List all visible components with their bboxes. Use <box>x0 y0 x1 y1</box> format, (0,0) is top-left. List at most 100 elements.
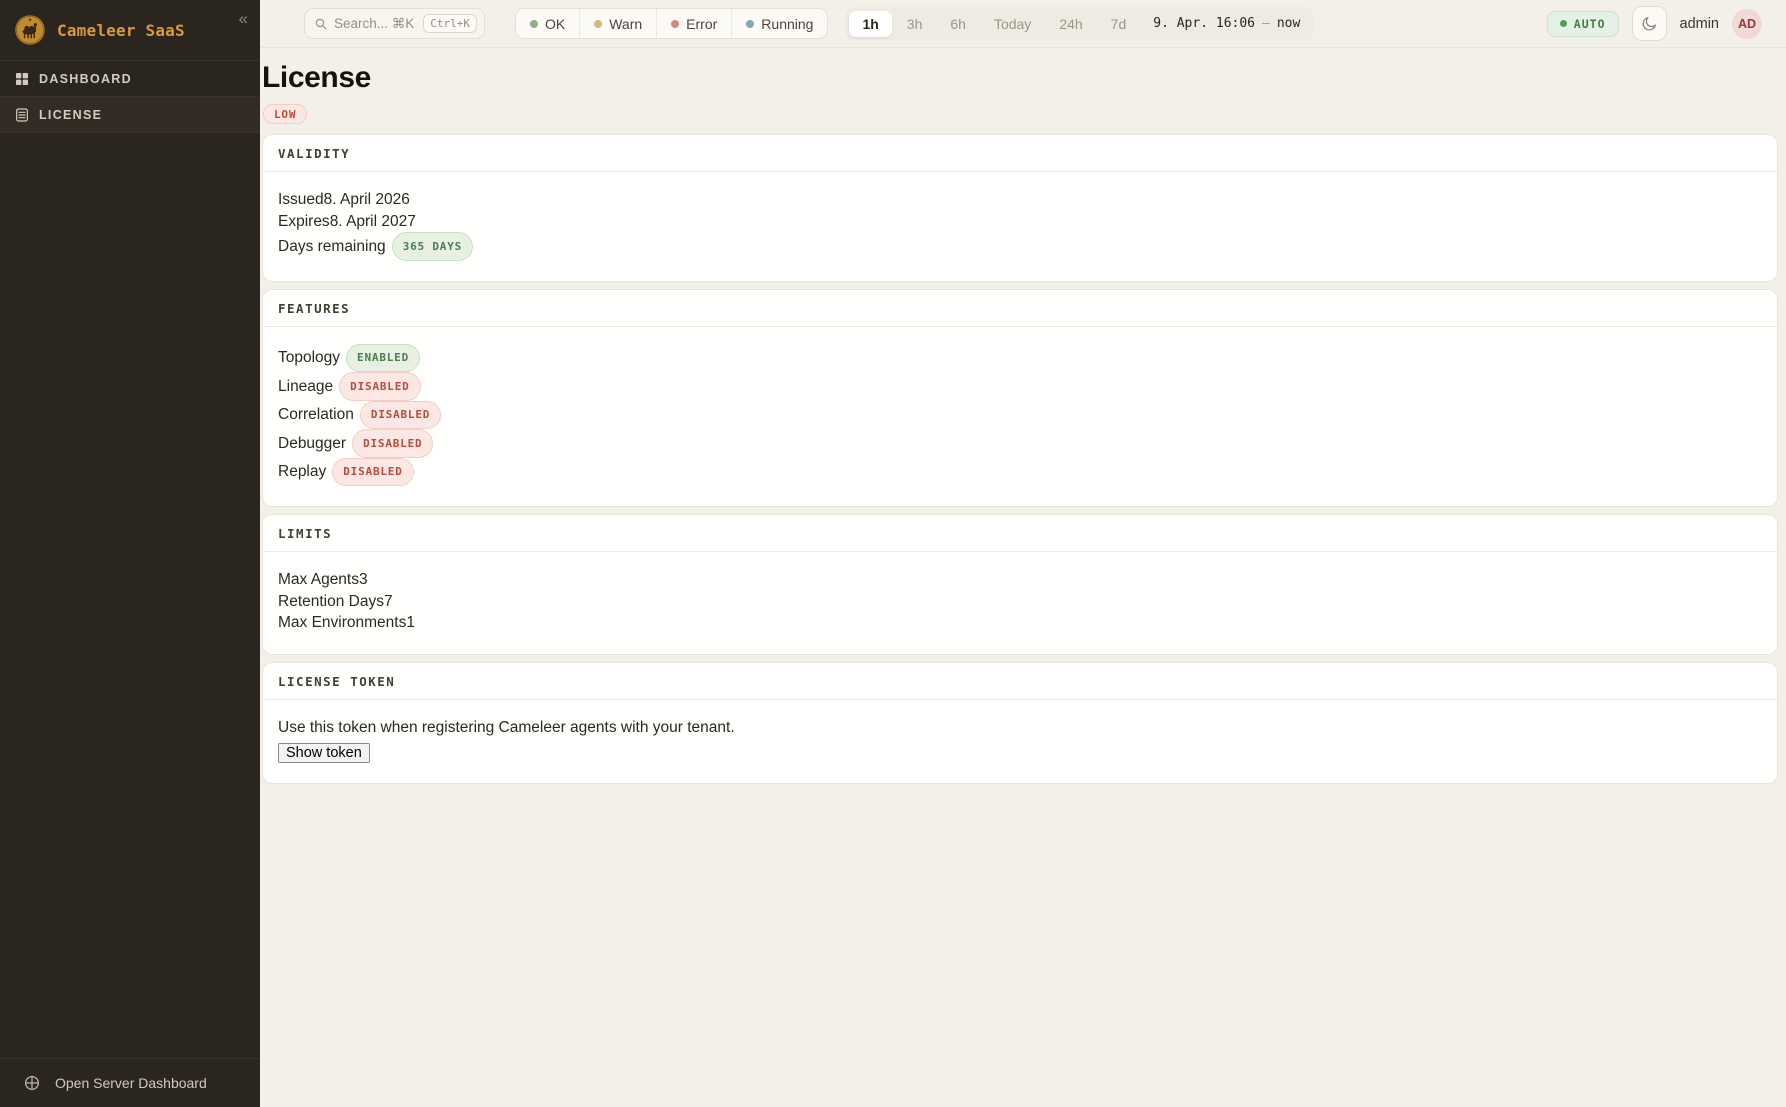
moon-icon <box>1641 15 1658 32</box>
license-level-badge: LOW <box>263 104 307 124</box>
page-title: License <box>262 61 1778 95</box>
row-label: Topology <box>278 347 340 369</box>
sidebar-spacer <box>0 133 260 1058</box>
auto-refresh-toggle[interactable]: AUTO <box>1547 11 1619 37</box>
section-title: FEATURES <box>263 290 1777 327</box>
days-remaining-badge: 365 DAYS <box>392 232 473 261</box>
search-input[interactable] <box>334 16 417 31</box>
limit-row-max-agents: Max Agents3 <box>278 569 1762 591</box>
license-token-card: LICENSE TOKEN Use this token when regist… <box>262 662 1778 784</box>
feature-row-topology: TopologyENABLED <box>278 344 1762 373</box>
error-status-dot <box>671 20 679 28</box>
time-range-1h[interactable]: 1h <box>849 11 891 37</box>
status-filter-label: OK <box>545 16 565 32</box>
dark-mode-button[interactable] <box>1632 6 1667 41</box>
section-title: LIMITS <box>263 515 1777 552</box>
status-filter-error[interactable]: Error <box>656 9 731 38</box>
features-card: FEATURES TopologyENABLED Lineage DISABLED… <box>262 289 1778 508</box>
show-token-button[interactable]: Show token <box>278 743 370 763</box>
status-filter-group: OK Warn Error Running <box>515 8 828 39</box>
avatar[interactable]: AD <box>1732 9 1762 39</box>
sidebar: Cameleer SaaS « DASHBOARD LICENSE <box>0 0 260 1107</box>
row-label: Replay <box>278 461 326 483</box>
row-value: 3 <box>359 569 368 591</box>
feature-row-lineage: Lineage DISABLED <box>278 372 1762 401</box>
row-label: Max Agents <box>278 569 359 591</box>
token-description: Use this token when registering Cameleer… <box>278 717 1762 738</box>
validity-card: VALIDITY Issued8. April 2026 Expires8. A… <box>262 134 1778 282</box>
search-input-wrapper[interactable]: Ctrl+K <box>304 8 485 39</box>
section-title: VALIDITY <box>263 135 1777 172</box>
grid-icon <box>14 71 30 87</box>
status-filter-running[interactable]: Running <box>731 9 827 38</box>
sidebar-item-dashboard[interactable]: DASHBOARD <box>0 61 260 97</box>
time-range-group: 1h 3h 6h Today 24h 7d 9. Apr. 16:06–now <box>845 7 1314 41</box>
search-icon <box>314 17 328 31</box>
row-label: Max Environments <box>278 612 406 634</box>
feature-row-correlation: Correlation DISABLED <box>278 401 1762 430</box>
sidebar-item-label: DASHBOARD <box>39 72 132 86</box>
row-value: 1 <box>406 612 415 634</box>
status-filter-warn[interactable]: Warn <box>579 9 656 38</box>
validity-row-days-remaining: Days remaining 365 DAYS <box>278 232 1762 261</box>
row-label: Days remaining <box>278 236 386 258</box>
sidebar-footer-label: Open Server Dashboard <box>55 1075 207 1091</box>
validity-row-issued: Issued8. April 2026 <box>278 189 1762 211</box>
time-range-6h[interactable]: 6h <box>937 11 979 37</box>
time-range-7d[interactable]: 7d <box>1098 11 1140 37</box>
feature-status-badge: DISABLED <box>332 458 413 487</box>
limit-row-max-environments: Max Environments1 <box>278 612 1762 634</box>
auto-status-dot <box>1560 20 1567 27</box>
time-display[interactable]: 9. Apr. 16:06–now <box>1153 16 1300 31</box>
row-label: Retention Days <box>278 591 384 613</box>
license-page: License LOW VALIDITY Issued8. April 2026… <box>260 48 1786 784</box>
feature-status-badge: DISABLED <box>339 372 420 401</box>
limits-card: LIMITS Max Agents3 Retention Days7 Max E… <box>262 514 1778 655</box>
auto-label: AUTO <box>1574 17 1606 31</box>
cards-stack: VALIDITY Issued8. April 2026 Expires8. A… <box>262 134 1778 784</box>
status-filter-ok[interactable]: OK <box>516 9 579 38</box>
limits-card-body: Max Agents3 Retention Days7 Max Environm… <box>263 552 1777 654</box>
row-value: 7 <box>384 591 393 613</box>
section-title: LICENSE TOKEN <box>263 663 1777 700</box>
main-area: Ctrl+K OK Warn Error Running <box>260 0 1786 1107</box>
search-shortcut-kbd: Ctrl+K <box>423 14 477 33</box>
brand-title: Cameleer SaaS <box>57 21 185 40</box>
validity-row-expires: Expires8. April 2027 <box>278 211 1762 233</box>
row-value: 8. April 2026 <box>324 189 410 211</box>
limit-row-retention-days: Retention Days7 <box>278 591 1762 613</box>
ok-status-dot <box>530 20 538 28</box>
time-range-3h[interactable]: 3h <box>894 11 936 37</box>
row-label: Lineage <box>278 376 333 398</box>
row-label: Expires <box>278 211 330 233</box>
topbar: Ctrl+K OK Warn Error Running <box>260 0 1786 48</box>
row-label: Issued <box>278 189 324 211</box>
username-label: admin <box>1680 16 1720 32</box>
row-label: Debugger <box>278 433 346 455</box>
time-range-24h[interactable]: 24h <box>1046 11 1095 37</box>
feature-row-replay: Replay DISABLED <box>278 458 1762 487</box>
row-label: Correlation <box>278 404 354 426</box>
status-filter-label: Warn <box>609 16 642 32</box>
open-server-dashboard-link[interactable]: Open Server Dashboard <box>0 1058 260 1107</box>
sidebar-collapse-button[interactable]: « <box>239 10 248 27</box>
feature-status-badge: DISABLED <box>360 401 441 430</box>
warn-status-dot <box>594 20 602 28</box>
row-value: 8. April 2027 <box>330 211 416 233</box>
sidebar-item-license[interactable]: LICENSE <box>0 97 260 133</box>
status-filter-label: Running <box>761 16 813 32</box>
cameleer-logo-icon <box>14 14 46 46</box>
globe-icon <box>23 1074 41 1092</box>
validity-card-body: Issued8. April 2026 Expires8. April 2027… <box>263 172 1777 281</box>
running-status-dot <box>746 20 754 28</box>
features-card-body: TopologyENABLED Lineage DISABLED Correlat… <box>263 327 1777 507</box>
topbar-right-cluster: AUTO admin AD <box>1547 6 1762 41</box>
time-to: now <box>1277 16 1300 31</box>
feature-row-debugger: Debugger DISABLED <box>278 429 1762 458</box>
document-icon <box>14 107 30 123</box>
app-window: Cameleer SaaS « DASHBOARD LICENSE <box>0 0 1786 1107</box>
time-separator: – <box>1255 16 1277 31</box>
feature-status-badge: DISABLED <box>352 429 433 458</box>
time-range-today[interactable]: Today <box>981 11 1044 37</box>
sidebar-header: Cameleer SaaS « <box>0 0 260 61</box>
